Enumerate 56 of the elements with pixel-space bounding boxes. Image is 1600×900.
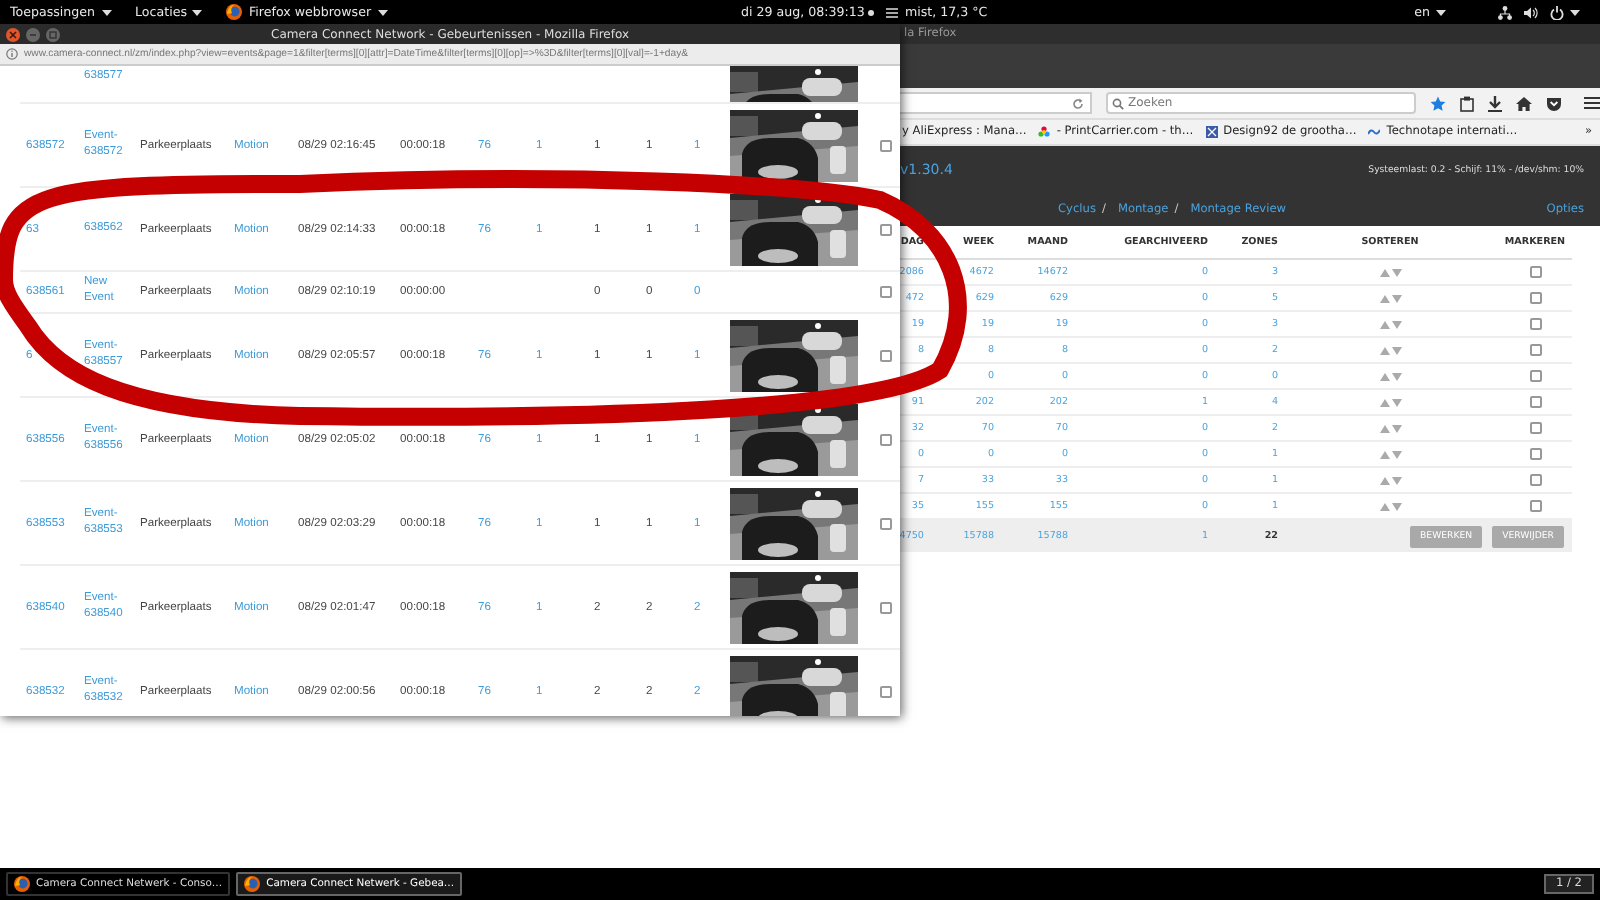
info-icon[interactable] xyxy=(6,48,18,60)
checkbox[interactable] xyxy=(879,685,891,697)
checkbox[interactable] xyxy=(879,517,891,529)
checkbox[interactable] xyxy=(879,349,891,361)
checkbox[interactable] xyxy=(1529,422,1541,434)
sort-arrows-icon[interactable] xyxy=(1379,449,1401,459)
sort-arrows-icon[interactable] xyxy=(1379,371,1401,381)
checkbox[interactable] xyxy=(1529,396,1541,408)
speaker-icon xyxy=(1524,5,1538,19)
checkbox[interactable] xyxy=(879,286,891,298)
download-icon[interactable] xyxy=(1488,95,1502,111)
checkbox[interactable] xyxy=(1529,448,1541,460)
network-icon xyxy=(1498,5,1512,19)
checkbox[interactable] xyxy=(1529,500,1541,512)
home-icon[interactable] xyxy=(1516,95,1532,111)
minimize-icon[interactable] xyxy=(26,27,40,41)
sort-arrows-icon[interactable] xyxy=(1379,423,1401,433)
notification-dot-icon xyxy=(868,9,875,15)
power-icon xyxy=(1550,5,1564,19)
system-menu-button[interactable] xyxy=(1550,5,1580,19)
sort-arrows-icon[interactable] xyxy=(1379,501,1401,511)
checkbox[interactable] xyxy=(879,223,891,235)
bookmark-icon xyxy=(1368,126,1381,138)
caret-icon xyxy=(1570,9,1580,15)
browser-icon xyxy=(14,876,30,892)
checkbox[interactable] xyxy=(879,433,891,445)
bookmark-icon xyxy=(1038,126,1051,138)
browser-icon xyxy=(226,4,243,20)
reload-icon xyxy=(1072,97,1084,109)
checkbox[interactable] xyxy=(1529,266,1541,278)
browser-icon xyxy=(244,876,261,892)
checkbox[interactable] xyxy=(879,601,891,613)
checkbox[interactable] xyxy=(1529,474,1541,486)
caret-icon xyxy=(377,9,388,15)
checkbox[interactable] xyxy=(1529,344,1541,356)
sort-arrows-icon[interactable] xyxy=(1379,397,1401,407)
checkbox[interactable] xyxy=(1529,370,1541,382)
checkbox[interactable] xyxy=(1529,318,1541,330)
shield-icon[interactable] xyxy=(1546,95,1562,111)
fog-icon xyxy=(886,7,899,17)
clipboard-icon[interactable] xyxy=(1460,95,1474,111)
menu-icon[interactable] xyxy=(1584,96,1600,110)
caret-icon xyxy=(1436,9,1446,15)
sort-arrows-icon[interactable] xyxy=(1379,267,1401,277)
caret-icon xyxy=(192,9,203,15)
checkbox[interactable] xyxy=(1529,292,1541,304)
bookmark-icon xyxy=(1205,126,1218,138)
sort-arrows-icon[interactable] xyxy=(1379,319,1401,329)
sort-arrows-icon[interactable] xyxy=(1379,293,1401,303)
sort-arrows-icon[interactable] xyxy=(1379,345,1401,355)
close-icon[interactable] xyxy=(6,27,20,41)
star-icon[interactable] xyxy=(1430,95,1446,111)
checkbox[interactable] xyxy=(879,139,891,151)
caret-icon xyxy=(101,9,112,15)
sort-arrows-icon[interactable] xyxy=(1379,475,1401,485)
maximize-icon[interactable] xyxy=(46,27,60,41)
